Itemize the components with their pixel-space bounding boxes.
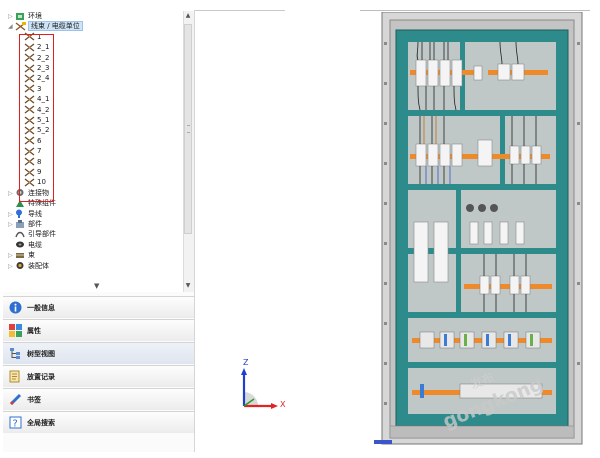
tree-item[interactable]: ▷ 束 — [8, 250, 35, 260]
cable-icon — [15, 240, 26, 249]
assembly-icon — [15, 261, 26, 270]
accordion-item-label: 一般信息 — [27, 304, 55, 312]
viewport-divider — [360, 10, 590, 11]
z-axis-label: Z — [243, 358, 249, 367]
accordion-item[interactable]: 放置记录 — [3, 365, 194, 387]
tree-item-label: 部件 — [28, 220, 42, 228]
tree-scroll-thumb[interactable] — [184, 24, 192, 234]
tree-item[interactable]: ◢ 线束 / 电缆单位 — [8, 21, 83, 32]
accordion-item[interactable]: 树型视图 — [3, 342, 194, 364]
tree-item-label: 导线 — [28, 209, 42, 218]
accordion-item[interactable]: 一般信息 — [3, 296, 194, 318]
guide-part-icon — [15, 230, 26, 239]
tree-item-label: 装配体 — [28, 261, 49, 270]
bookmark-icon — [9, 393, 22, 406]
bundle-icon — [15, 251, 26, 260]
tree-item-label: 电缆 — [28, 240, 42, 249]
accordion-item-label: 树型视图 — [27, 350, 55, 358]
accordion-item[interactable]: ? 全局搜索 — [3, 411, 194, 433]
tree-item-label: 环境 — [28, 12, 42, 20]
expand-arrow-icon[interactable]: ◢ — [8, 22, 15, 32]
tree-item[interactable]: 引导部件 — [8, 229, 56, 239]
expand-arrow-icon[interactable]: ▷ — [8, 262, 15, 272]
accordion-collapse-icon[interactable]: ▼ — [94, 282, 99, 290]
accordion-item-label: 放置记录 — [27, 373, 55, 381]
tree-item-label: 束 — [28, 251, 35, 260]
accordion-item-label: 书签 — [27, 396, 41, 404]
tree-item[interactable]: ▷ 部件 — [8, 219, 42, 229]
conductor-icon — [15, 209, 26, 219]
tree-item[interactable]: ▷ 环境 — [8, 11, 42, 21]
tree-item-label: 引导部件 — [28, 230, 56, 239]
help-search-icon: ? — [9, 416, 22, 430]
environment-icon — [15, 12, 26, 21]
accordion-item-label: 全局搜索 — [27, 419, 55, 427]
info-icon — [9, 301, 22, 314]
harness-icon — [15, 21, 26, 31]
tree-view-icon — [9, 347, 22, 360]
svg-text:?: ? — [13, 419, 18, 430]
accordion-item[interactable]: 书签 — [3, 388, 194, 410]
part-icon — [15, 219, 26, 229]
x-axis-label: X — [280, 400, 286, 409]
tree-item[interactable]: 电缆 — [8, 240, 42, 250]
tree-item[interactable]: ▷ 装配体 — [8, 261, 49, 271]
tree-item-label: 线束 / 电缆单位 — [28, 21, 83, 32]
scroll-up-arrow-icon[interactable]: ▲ — [184, 11, 192, 21]
properties-icon — [9, 324, 22, 337]
selection-highlight-box — [19, 34, 54, 202]
scroll-down-arrow-icon[interactable]: ▼ — [184, 281, 192, 291]
tree-item[interactable]: ▷ 导线 — [8, 209, 42, 219]
accordion-item-label: 属性 — [27, 327, 41, 335]
accordion-item[interactable]: 属性 — [3, 319, 194, 341]
placement-log-icon — [9, 370, 22, 383]
axis-triad: Z X — [234, 352, 294, 412]
